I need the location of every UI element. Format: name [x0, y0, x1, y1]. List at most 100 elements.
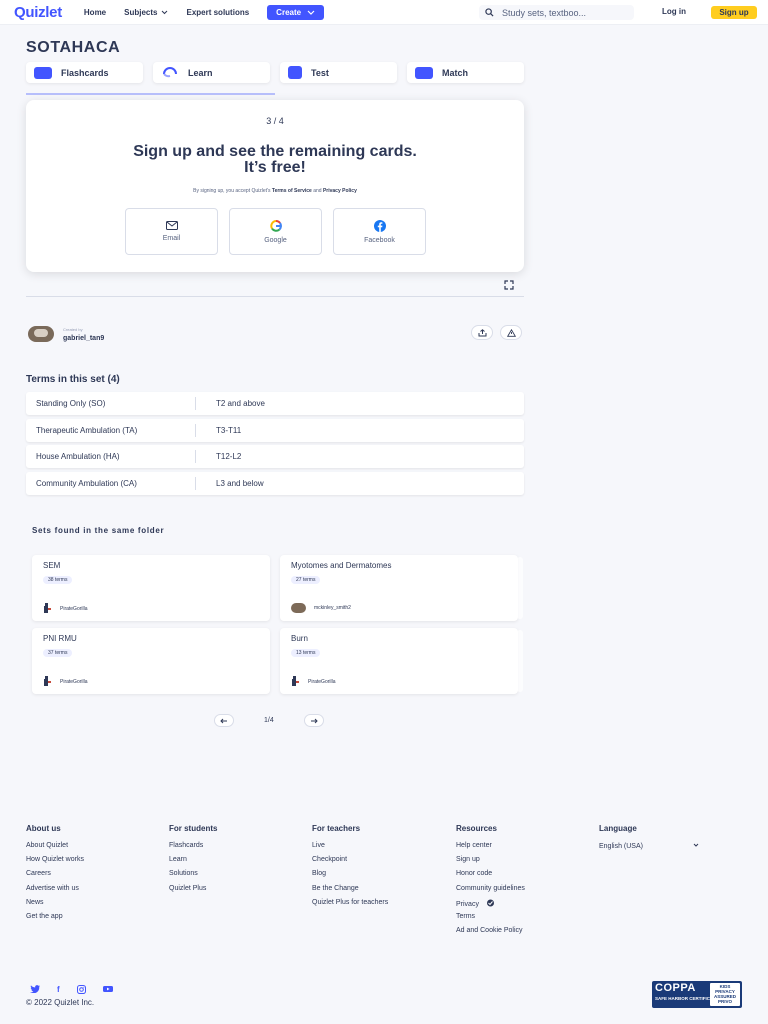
facebook-icon[interactable]: f [57, 985, 60, 994]
footer-link[interactable]: About Quizlet [26, 842, 84, 856]
footer-link[interactable]: Community guidelines [456, 885, 525, 899]
footer-link[interactable]: Flashcards [169, 842, 217, 856]
mode-label: Match [442, 67, 469, 78]
envelope-icon [165, 221, 178, 230]
fullscreen-icon[interactable] [504, 280, 514, 290]
test-icon [288, 66, 302, 79]
terms-heading: Terms in this set (4) [26, 374, 120, 385]
term-count-badge: 13 terms [291, 649, 321, 657]
privacy-policy-link[interactable]: Privacy Policy [323, 188, 357, 194]
footer-link[interactable]: Get the app [26, 913, 84, 927]
terms-notice: By signing up, you accept Quizlet's Term… [26, 188, 524, 194]
chevron-down-icon [307, 10, 315, 15]
footer-heading: For teachers [312, 824, 361, 833]
coppa-badge[interactable]: COPPA SAFE HARBOR CERTIFICATION KIDS PRI… [652, 981, 742, 1008]
footer-heading: Language [599, 824, 637, 833]
set-card-owner: PirateGorilla [291, 676, 336, 688]
footer-link[interactable]: News [26, 899, 84, 913]
facebook-icon [373, 219, 386, 232]
pagination: 1/4 [214, 714, 324, 727]
set-card[interactable]: SEM 38 terms PirateGorilla [32, 555, 270, 621]
nav-home-link[interactable]: Home [84, 8, 106, 17]
next-page-button[interactable] [303, 714, 324, 727]
search-input[interactable]: Study sets, textboo... [479, 5, 634, 20]
footer-heading: About us [26, 824, 61, 833]
term-count-badge: 27 terms [291, 576, 321, 584]
footer-link[interactable]: Sign up [456, 856, 525, 870]
page-indicator: 1/4 [264, 717, 274, 724]
folder-sets-heading: Sets found in the same folder [32, 526, 165, 535]
login-link[interactable]: Log in [662, 7, 686, 16]
mode-learn-button[interactable]: Learn [153, 62, 270, 83]
twitter-icon[interactable] [30, 985, 40, 993]
footer-link[interactable]: Live [312, 842, 388, 856]
footer-resources: Resources Help center Sign up Honor code… [456, 824, 525, 941]
set-card-owner: PirateGorilla [43, 603, 88, 615]
footer-link[interactable]: Help center [456, 842, 525, 856]
social-links: f [30, 985, 113, 994]
set-card[interactable]: Myotomes and Dermatomes 27 terms mckinle… [280, 555, 518, 621]
term-row: House Ambulation (HA) T12-L2 [26, 445, 524, 469]
footer-link[interactable]: Terms [456, 913, 525, 927]
footer-link[interactable]: Ad and Cookie Policy [456, 927, 525, 941]
instagram-icon[interactable] [76, 985, 86, 994]
creator-username[interactable]: gabriel_tan9 [63, 335, 104, 342]
mode-test-button[interactable]: Test [280, 62, 397, 83]
footer-link[interactable]: Advertise with us [26, 885, 84, 899]
share-icon [478, 328, 486, 336]
arrow-left-icon [220, 718, 227, 723]
learn-icon [163, 66, 177, 77]
next-card-peek [517, 557, 523, 619]
footer-link[interactable]: Blog [312, 870, 388, 884]
nav-subjects-link[interactable]: Subjects [124, 8, 168, 17]
chevron-down-icon [693, 843, 699, 847]
modal-title-line1: Sign up and see the remaining cards. [133, 143, 417, 160]
footer-link[interactable]: Learn [169, 856, 217, 870]
warning-icon [506, 328, 516, 337]
modal-title: Sign up and see the remaining cards. It’… [26, 144, 524, 176]
google-signup-button[interactable]: Google [229, 208, 322, 255]
term-definition: T2 and above [216, 399, 265, 408]
footer-link[interactable]: Be the Change [312, 885, 388, 899]
footer-students: For students Flashcards Learn Solutions … [169, 824, 217, 899]
privacy-shield-icon [486, 899, 494, 907]
term-row: Therapeutic Ambulation (TA) T3-T11 [26, 418, 524, 442]
nav-expert-solutions-link[interactable]: Expert solutions [186, 8, 249, 17]
footer-link[interactable]: Checkpoint [312, 856, 388, 870]
footer-link-privacy[interactable]: Privacy [456, 899, 525, 913]
language-select[interactable]: English (USA) [599, 843, 699, 850]
term-word: Therapeutic Ambulation (TA) [26, 423, 196, 437]
footer-link[interactable]: Solutions [169, 870, 217, 884]
term-word: House Ambulation (HA) [26, 450, 196, 464]
mode-label: Flashcards [61, 67, 109, 78]
footer-heading: For students [169, 824, 218, 833]
terms-of-service-link[interactable]: Terms of Service [272, 188, 312, 194]
footer-link[interactable]: Honor code [456, 870, 525, 884]
footer-link[interactable]: How Quizlet works [26, 856, 84, 870]
signup-button[interactable]: Sign up [711, 6, 757, 19]
mode-match-button[interactable]: Match [407, 62, 524, 83]
owner-name: PirateGorilla [60, 679, 88, 685]
footer-language: Language [599, 824, 637, 842]
signup-modal: 3 / 4 Sign up and see the remaining card… [26, 100, 524, 272]
footer-link[interactable]: Quizlet Plus [169, 885, 217, 899]
set-card-owner: mckinley_smith2 [291, 603, 351, 613]
set-card[interactable]: PNI RMU 37 terms PirateGorilla [32, 628, 270, 694]
quizlet-logo[interactable]: Quizlet [14, 4, 62, 21]
share-button[interactable] [471, 325, 493, 340]
footer-link[interactable]: Careers [26, 870, 84, 884]
previous-page-button[interactable] [214, 714, 234, 727]
email-label: Email [162, 235, 181, 242]
create-button[interactable]: Create [267, 4, 325, 20]
set-card[interactable]: Burn 13 terms PirateGorilla [280, 628, 518, 694]
email-signup-button[interactable]: Email [125, 208, 218, 255]
report-button[interactable] [500, 325, 522, 340]
youtube-icon[interactable] [102, 985, 113, 993]
footer-link[interactable]: Quizlet Plus for teachers [312, 899, 388, 913]
progress-underline [26, 93, 275, 95]
coppa-title: COPPA [655, 982, 696, 994]
mode-flashcards-button[interactable]: Flashcards [26, 62, 143, 83]
flashcard-bottom-divider [26, 296, 524, 297]
facebook-signup-button[interactable]: Facebook [333, 208, 426, 255]
avatar[interactable] [28, 326, 54, 342]
